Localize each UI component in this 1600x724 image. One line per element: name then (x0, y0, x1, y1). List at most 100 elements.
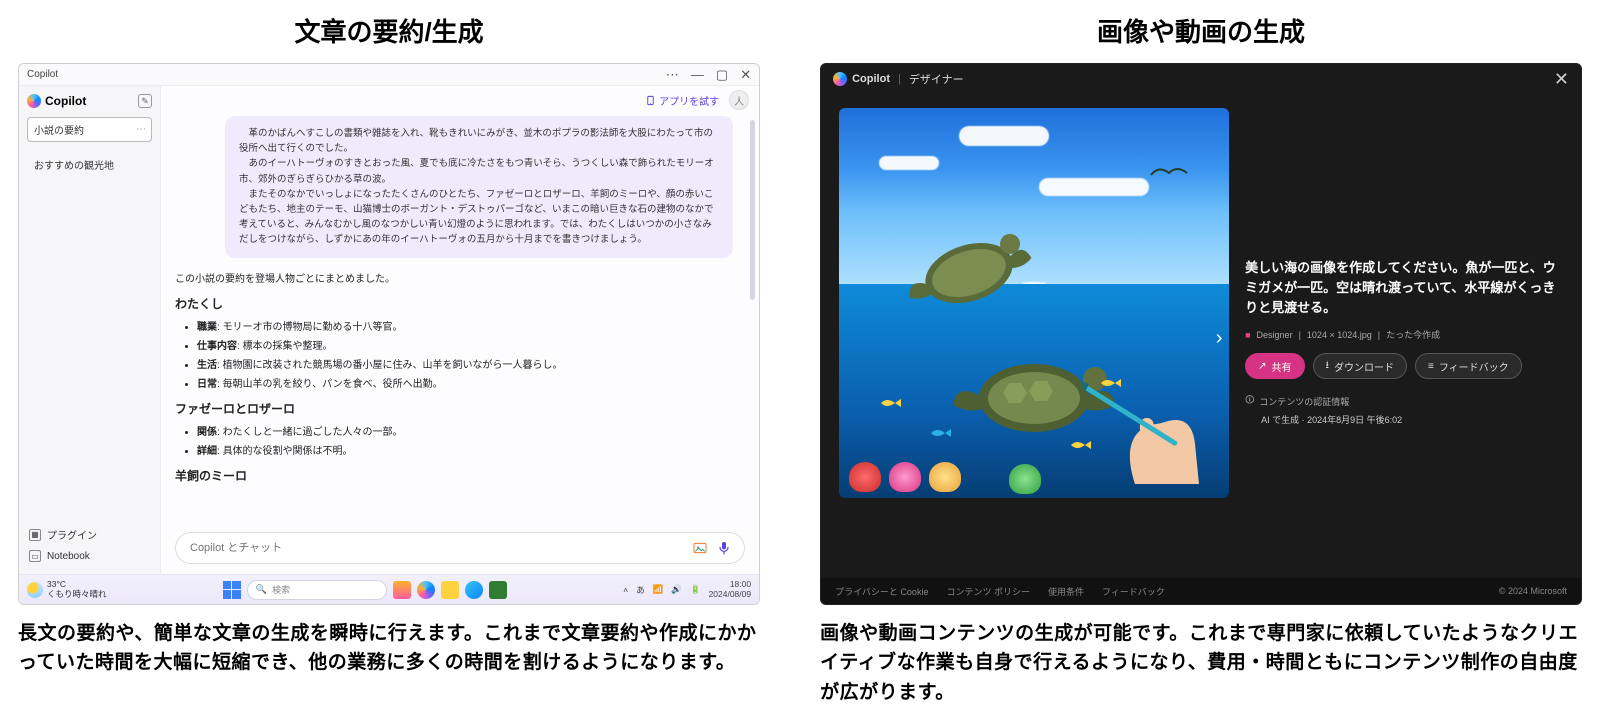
window-more-icon[interactable]: ⋯ (666, 67, 679, 83)
composer (161, 524, 759, 574)
share-icon: ↗ (1258, 361, 1266, 372)
taskbar-app-icon[interactable] (393, 581, 411, 599)
next-image-chevron-icon[interactable]: › (1207, 318, 1231, 358)
plugin-icon: ▦ (29, 529, 41, 541)
microphone-icon[interactable] (714, 538, 734, 558)
attach-image-icon[interactable] (690, 538, 710, 558)
tray-chevron-icon[interactable]: ˄ (623, 585, 628, 595)
window-minimize-icon[interactable]: — (691, 67, 704, 82)
summary-section-title: 羊飼のミーロ (175, 467, 733, 484)
feedback-label: フィードバック (1439, 359, 1509, 374)
sidebar-plugin-link[interactable]: ▦ プラグイン (27, 523, 152, 546)
right-description: 画像や動画コンテンツの生成が可能です。これまで専門家に依頼していたようなクリエイ… (820, 619, 1582, 707)
close-icon[interactable]: ✕ (1554, 69, 1569, 90)
fish-illustration (929, 426, 953, 438)
sidebar-notebook-link[interactable]: ▭ Notebook (27, 546, 152, 566)
phone-icon (645, 95, 656, 106)
chat-scroll-area[interactable]: 革のかばんへすこしの書類や雑誌を入れ、靴もきれいにみがき、並木のポプラの影法師を… (161, 114, 759, 524)
chat-input[interactable] (190, 542, 686, 554)
credentials-icon: 🛈 (1245, 393, 1254, 409)
meta-size: 1024 × 1024.jpg (1307, 330, 1372, 340)
designer-titlebar: Copilot | デザイナー ✕ (821, 64, 1581, 94)
start-button[interactable] (223, 581, 241, 599)
try-app-label: アプリを試す (659, 93, 719, 108)
taskbar-search[interactable]: 🔍 検索 (247, 580, 387, 600)
right-heading: 画像や動画の生成 (820, 12, 1582, 49)
designer-brand-label: Copilot (852, 73, 890, 85)
tray-battery-icon[interactable]: 🔋 (690, 584, 701, 595)
taskbar-weather[interactable]: 33°C くもり時々晴れ (27, 580, 107, 599)
summary-section-title: わたくし (175, 295, 733, 312)
copilot-brand: Copilot (27, 94, 86, 108)
search-icon: 🔍 (256, 584, 267, 595)
share-button[interactable]: ↗ 共有 (1245, 353, 1304, 379)
summary-section-title: ファゼーロとロザーロ (175, 400, 733, 417)
list-item: 生活: 植物園に改装された競馬場の番小屋に住み、山羊を飼いながら一人暮らし。 (197, 356, 733, 371)
user-avatar[interactable]: 人 (729, 90, 749, 110)
tray-clock[interactable]: 18:00 2024/08/09 (709, 580, 752, 599)
sidebar: Copilot ✎ 小説の要約 ⋯ おすすめの観光地 ▦ プラグ (19, 86, 161, 574)
tray-wifi-icon[interactable]: 📶 (653, 584, 664, 595)
image-meta: ■ Designer | 1024 × 1024.jpg | たった今作成 (1245, 328, 1563, 341)
taskbar-store-icon[interactable] (489, 581, 507, 599)
sidebar-link-label: Notebook (47, 551, 90, 562)
summary-lead: この小説の要約を登場人物ごとにまとめました。 (175, 270, 733, 285)
footer-policy-link[interactable]: コンテンツ ポリシー (946, 585, 1030, 598)
assistant-response: この小説の要約を登場人物ごとにまとめました。 わたくし 職業: モリーオ市の博物… (175, 270, 733, 484)
footer-privacy-link[interactable]: プライバシーと Cookie (835, 585, 928, 598)
chat-main: アプリを試す 人 革のかばんへすこしの書類や雑誌を入れ、靴もきれいにみがき、並木… (161, 86, 759, 574)
taskbar-explorer-icon[interactable] (441, 581, 459, 599)
footer-feedback-link[interactable]: フィードバック (1102, 585, 1165, 598)
sidebar-item-novel-summary[interactable]: 小説の要約 ⋯ (27, 117, 152, 142)
image-prompt-text: 美しい海の画像を作成してください。魚が一匹と、ウミガメが一匹。空は晴れ渡っていて… (1245, 258, 1563, 318)
list-item: 関係: わたくしと一緒に過ごした人々の一部。 (197, 423, 733, 438)
download-icon: ⭳ (1326, 358, 1330, 375)
context-paragraph: またそのなかでいっしょになったたくさんのひとたち、ファゼーロとロザーロ、羊飼のミ… (239, 187, 719, 248)
copilot-brand-label: Copilot (45, 94, 86, 108)
content-credentials-label: 🛈 コンテンツの認証情報 (1245, 393, 1563, 409)
scrollbar-thumb[interactable] (750, 120, 755, 300)
generated-image[interactable] (839, 108, 1229, 498)
sidebar-item-more-icon[interactable]: ⋯ (136, 124, 145, 135)
meta-source: Designer (1257, 330, 1293, 340)
new-chat-icon[interactable]: ✎ (138, 94, 152, 108)
context-paragraph: 革のかばんへすこしの書類や雑誌を入れ、靴もきれいにみがき、並木のポプラの影法師を… (239, 126, 719, 156)
summary-bullet-list: 職業: モリーオ市の博物局に勤める十八等官。 仕事内容: 標本の採集や整理。 生… (197, 318, 733, 390)
coral-illustration (929, 462, 961, 492)
window-maximize-icon[interactable]: ▢ (716, 67, 728, 83)
window-titlebar: Copilot ⋯ — ▢ ✕ (19, 64, 759, 86)
list-item: 仕事内容: 標本の採集や整理。 (197, 337, 733, 352)
coral-illustration (849, 462, 881, 492)
taskbar-copilot-icon[interactable] (417, 581, 435, 599)
list-item: 詳細: 具体的な役割や関係は不明。 (197, 442, 733, 457)
content-credentials-value: AI で生成 · 2024年8月9日 午後6:02 (1245, 413, 1563, 426)
weather-icon (27, 582, 43, 598)
sidebar-item-label: 小説の要約 (34, 122, 84, 137)
designer-mode-label: デザイナー (909, 71, 964, 87)
designer-window: Copilot | デザイナー ✕ (820, 63, 1582, 605)
window-close-icon[interactable]: ✕ (740, 67, 751, 83)
taskbar-search-placeholder: 検索 (272, 583, 290, 596)
composer-box[interactable] (175, 532, 745, 564)
clock-date: 2024/08/09 (709, 590, 752, 599)
feedback-icon: ≡ (1428, 361, 1434, 372)
try-app-link[interactable]: アプリを試す (645, 93, 719, 108)
footer-terms-link[interactable]: 使用条件 (1048, 585, 1084, 598)
coral-illustration (889, 462, 921, 492)
summary-bullet-list: 関係: わたくしと一緒に過ごした人々の一部。 詳細: 具体的な役割や関係は不明。 (197, 423, 733, 457)
tray-ime[interactable]: あ (636, 584, 645, 596)
footer-copyright: © 2024 Microsoft (1499, 586, 1567, 596)
feedback-button[interactable]: ≡ フィードバック (1415, 353, 1522, 379)
meta-created: たった今作成 (1386, 328, 1440, 341)
taskbar-edge-icon[interactable] (465, 581, 483, 599)
list-item: 日常: 毎朝山羊の乳を絞り、パンを食べ、役所へ出勤。 (197, 375, 733, 390)
hand-stylus-illustration (1075, 374, 1215, 484)
sidebar-link-label: プラグイン (47, 527, 97, 542)
sidebar-item-sightseeing[interactable]: おすすめの観光地 (27, 152, 152, 177)
download-label: ダウンロード (1334, 359, 1394, 374)
left-heading: 文章の要約/生成 (18, 12, 760, 49)
sidebar-item-label: おすすめの観光地 (34, 157, 114, 172)
tray-volume-icon[interactable]: 🔊 (671, 584, 682, 595)
weather-label: くもり時々晴れ (47, 590, 107, 599)
download-button[interactable]: ⭳ ダウンロード (1313, 353, 1408, 379)
